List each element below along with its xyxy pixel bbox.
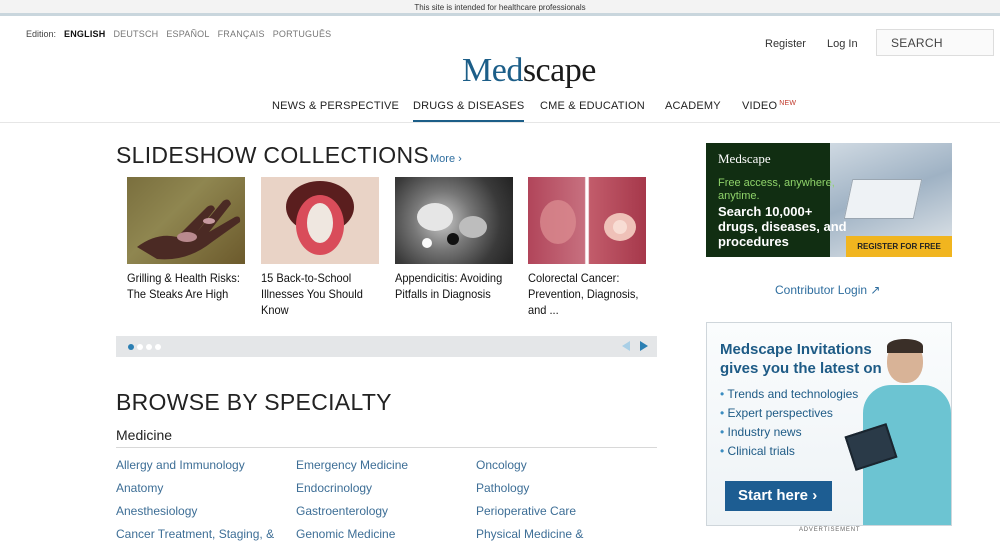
edition-english-link[interactable]: ENGLISH	[64, 29, 105, 39]
edition-portugues-link[interactable]: PORTUGUÊS	[273, 29, 332, 39]
specialty-link[interactable]: Genomic Medicine	[296, 527, 395, 541]
slideshow-card-title[interactable]: 15 Back-to-School Illnesses You Should K…	[261, 270, 379, 318]
edition-francais-link[interactable]: FRANÇAIS	[218, 29, 265, 39]
colonoscopy-image[interactable]	[528, 177, 646, 264]
edition-selector: Edition: ENGLISH DEUTSCH ESPAÑOL FRANÇAI…	[26, 29, 331, 39]
main-nav: NEWS & PERSPECTIVE DRUGS & DISEASES CME …	[0, 100, 1000, 122]
edition-deutsch-link[interactable]: DEUTSCH	[113, 29, 158, 39]
slideshow-carousel-bar	[116, 336, 657, 357]
invitations-bullet: Expert perspectives	[720, 404, 858, 423]
invitations-list: Trends and technologies Expert perspecti…	[720, 385, 858, 461]
logo-scape: scape	[522, 52, 597, 89]
medicine-divider	[116, 447, 657, 448]
nav-video-label: VIDEO	[742, 100, 778, 112]
laptop-icon	[843, 179, 923, 219]
slideshow-card[interactable]: Grilling & Health Risks: The Steaks Are …	[127, 177, 245, 302]
slideshow-card-title[interactable]: Appendicitis: Avoiding Pitfalls in Diagn…	[395, 270, 513, 302]
login-link[interactable]: Log In	[827, 38, 858, 50]
nav-news-perspective[interactable]: NEWS & PERSPECTIVE	[272, 100, 399, 122]
header-divider	[0, 122, 1000, 123]
edition-label: Edition:	[26, 29, 57, 39]
invitations-bullet: Trends and technologies	[720, 385, 858, 404]
medscape-logo[interactable]: Medscape	[462, 52, 596, 90]
invitations-bullet: Clinical trials	[720, 442, 858, 461]
carousel-prev-icon[interactable]	[622, 341, 630, 351]
specialty-link[interactable]: Emergency Medicine	[296, 458, 408, 472]
specialty-link[interactable]: Cancer Treatment, Staging, &	[116, 527, 274, 541]
nav-drugs-diseases[interactable]: DRUGS & DISEASES	[413, 100, 525, 122]
specialty-link[interactable]: Gastroenterology	[296, 504, 388, 518]
nav-academy[interactable]: ACADEMY	[665, 100, 721, 122]
browse-specialty-heading: BROWSE BY SPECIALTY	[116, 389, 392, 415]
nav-video[interactable]: VIDEO NEW	[742, 100, 796, 122]
slideshow-card[interactable]: Appendicitis: Avoiding Pitfalls in Diagn…	[395, 177, 513, 302]
tongue-image[interactable]	[261, 177, 379, 264]
specialty-link[interactable]: Physical Medicine &	[476, 527, 583, 541]
search-input[interactable]: SEARCH	[876, 29, 994, 56]
doctor-hair	[887, 339, 923, 353]
ct-scan-image[interactable]	[395, 177, 513, 264]
invitations-ad[interactable]: Medscape Invitations gives you the lates…	[706, 322, 952, 526]
specialty-link[interactable]: Allergy and Immunology	[116, 458, 245, 472]
carousel-dot-1[interactable]	[128, 344, 134, 350]
edition-espanol-link[interactable]: ESPAÑOL	[166, 29, 209, 39]
specialty-link[interactable]: Anesthesiology	[116, 504, 197, 518]
invitations-bullet: Industry news	[720, 423, 858, 442]
healthcare-notice-bar: This site is intended for healthcare pro…	[0, 0, 1000, 16]
specialty-link[interactable]: Pathology	[476, 481, 529, 495]
start-here-button[interactable]: Start here ›	[725, 481, 832, 511]
specialty-link[interactable]: Oncology	[476, 458, 527, 472]
carousel-next-icon[interactable]	[640, 341, 648, 351]
healthcare-notice-text: This site is intended for healthcare pro…	[414, 3, 586, 12]
colonoscopy-icon	[540, 200, 636, 244]
ad-free-access-text: Free access, anywhere, anytime.	[718, 177, 835, 202]
slideshow-card-title[interactable]: Colorectal Cancer: Prevention, Diagnosis…	[528, 270, 646, 318]
slideshow-more-link[interactable]: More ›	[430, 153, 462, 165]
ad-medscape-logo: Medscape	[718, 151, 771, 166]
contributor-login-link[interactable]: Contributor Login ↗	[775, 283, 880, 297]
burned-hand-icon	[137, 199, 241, 260]
slideshow-card-title[interactable]: Grilling & Health Risks: The Steaks Are …	[127, 270, 245, 302]
specialty-link[interactable]: Perioperative Care	[476, 504, 576, 518]
slideshow-heading: SLIDESHOW COLLECTIONS	[116, 142, 430, 168]
new-badge: NEW	[779, 100, 797, 107]
invitations-title: Medscape Invitations gives you the lates…	[720, 341, 882, 377]
slideshow-card[interactable]: Colorectal Cancer: Prevention, Diagnosis…	[528, 177, 646, 318]
register-free-ad[interactable]: Medscape Free access, anywhere, anytime.…	[706, 143, 952, 257]
register-for-free-button[interactable]: REGISTER FOR FREE	[846, 236, 952, 257]
carousel-dot-2[interactable]	[137, 344, 143, 350]
nav-cme-education[interactable]: CME & EDUCATION	[540, 100, 645, 122]
specialty-link[interactable]: Anatomy	[116, 481, 163, 495]
tongue-icon	[286, 181, 354, 255]
register-link[interactable]: Register	[765, 38, 806, 50]
specialty-link[interactable]: Endocrinology	[296, 481, 372, 495]
slideshow-card[interactable]: 15 Back-to-School Illnesses You Should K…	[261, 177, 379, 318]
logo-med: Med	[462, 52, 523, 89]
ct-scan-icon	[417, 203, 487, 248]
ad-search-text: Search 10,000+ drugs, diseases, and proc…	[718, 204, 847, 249]
advertisement-label: ADVERTISEMENT	[799, 527, 861, 533]
burned-hand-image[interactable]	[127, 177, 245, 264]
medicine-section-title: Medicine	[116, 427, 173, 443]
carousel-dot-4[interactable]	[155, 344, 161, 350]
carousel-dot-3[interactable]	[146, 344, 152, 350]
